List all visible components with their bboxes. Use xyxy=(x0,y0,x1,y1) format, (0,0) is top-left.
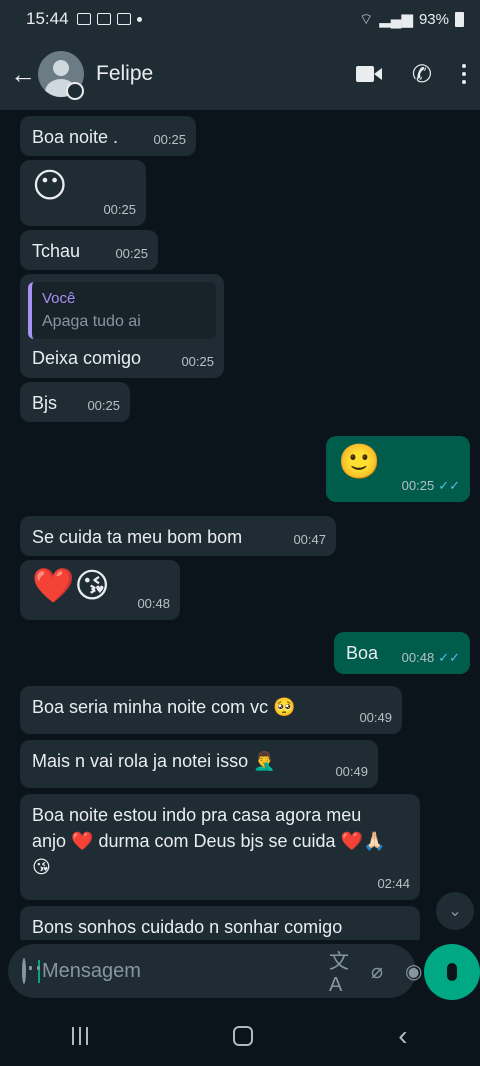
wifi-icon: ⌔ xyxy=(359,10,374,28)
read-ticks-icon: ✓✓ xyxy=(438,478,460,494)
message-incoming[interactable]: Se cuida ta meu bom bom 00:47 xyxy=(20,516,336,556)
message-time: 02:44 xyxy=(377,876,410,892)
message-text: Se cuida ta meu bom bom xyxy=(32,527,243,547)
message-text: Mais n vai rola ja notei isso 🤦‍♂️ xyxy=(32,751,276,771)
avatar-head xyxy=(53,60,69,76)
camera-icon[interactable]: ◉ xyxy=(405,959,422,984)
message-incoming[interactable]: Boa noite estou indo pra casa agora meu … xyxy=(20,794,420,900)
double-chevron-down-icon: ⌄ xyxy=(448,903,462,920)
status-time: 15:44 xyxy=(26,9,69,28)
message-time: 00:25 xyxy=(181,354,214,370)
contact-name[interactable]: Felipe xyxy=(96,62,153,86)
message-status: 00:48 ✓✓ xyxy=(402,649,460,668)
quoted-message[interactable]: Você Apaga tudo ai xyxy=(28,282,216,339)
battery-icon xyxy=(455,11,464,27)
more-notifications-icon xyxy=(136,16,142,22)
gmail-notification-icon xyxy=(96,13,111,25)
message-text: Boa seria minha noite com vc 🥺 xyxy=(32,697,296,717)
scroll-to-bottom-button[interactable]: ⌄ xyxy=(436,892,474,930)
home-icon[interactable] xyxy=(233,1026,254,1046)
image-notification-icon xyxy=(76,13,91,25)
message-time: 00:25 xyxy=(401,478,435,494)
message-incoming[interactable]: ❤️😘 00:48 xyxy=(20,560,180,620)
microphone-icon xyxy=(447,963,457,981)
message-composer: 文A ⌀ ◉ xyxy=(8,944,423,998)
message-text: Boa noite . xyxy=(32,127,119,147)
message-emoji: 😶 xyxy=(32,167,68,205)
message-time: 00:25 xyxy=(115,246,148,262)
message-time: 00:49 xyxy=(359,710,392,726)
emoji-icon[interactable] xyxy=(22,958,32,984)
message-emoji: ❤️😘 xyxy=(32,567,110,605)
message-text: Boa xyxy=(346,643,379,663)
message-time: 00:25 xyxy=(87,398,120,414)
more-options-icon[interactable] xyxy=(462,64,466,84)
voice-call-icon[interactable]: ✆ xyxy=(412,60,432,89)
message-outgoing[interactable]: Boa 00:48 ✓✓ xyxy=(334,632,470,674)
back-arrow-icon[interactable]: ← xyxy=(0,59,38,90)
message-incoming[interactable]: Tchau 00:25 xyxy=(20,230,158,270)
voice-message-button[interactable] xyxy=(424,944,480,1000)
status-bar: 15:44 ⌔ ▂▄▆ 93% xyxy=(0,0,480,38)
message-status: 00:25 ✓✓ xyxy=(402,477,460,496)
system-icons: ⌔ ▂▄▆ 93% xyxy=(359,10,464,29)
message-time: 00:25 xyxy=(103,202,136,218)
message-text: Bons sonhos cuidado n sonhar comigo xyxy=(32,917,343,937)
quote-author: Você xyxy=(42,290,76,307)
message-input[interactable] xyxy=(38,959,307,983)
recent-apps-icon[interactable] xyxy=(72,1027,89,1045)
message-text: Deixa comigo xyxy=(32,347,142,368)
message-incoming[interactable]: Boa noite . 00:25 xyxy=(20,116,196,156)
message-incoming[interactable]: Mais n vai rola ja notei isso 🤦‍♂️ 00:49 xyxy=(20,740,378,788)
message-outgoing[interactable]: 🙂 00:25 ✓✓ xyxy=(326,436,470,502)
message-incoming[interactable]: Bjs 00:25 xyxy=(20,382,130,422)
signal-icon: ▂▄▆ xyxy=(379,11,413,28)
message-text: Tchau xyxy=(32,241,81,261)
message-text: Bjs xyxy=(32,393,58,413)
message-list[interactable]: Boa noite . 00:25 😶 00:25 Tchau 00:25 Vo… xyxy=(0,110,480,940)
quote-text: Apaga tudo ai xyxy=(42,312,141,330)
message-emoji: 🙂 xyxy=(338,443,381,481)
message-incoming[interactable]: 😶 00:25 xyxy=(20,160,146,226)
notification-icons xyxy=(76,13,142,25)
header-actions: ✆ xyxy=(355,60,480,89)
message-reply[interactable]: Você Apaga tudo ai Deixa comigo 00:25 xyxy=(20,274,224,378)
battery-percent: 93% xyxy=(418,10,449,28)
message-time: 00:25 xyxy=(153,132,186,148)
message-incoming[interactable]: Boa seria minha noite com vc 🥺 00:49 xyxy=(20,686,402,734)
message-time: 00:48 xyxy=(401,650,435,666)
message-time: 00:48 xyxy=(137,596,170,612)
attach-icon[interactable]: ⌀ xyxy=(371,959,383,984)
system-navigation-bar: ‹ xyxy=(0,1006,480,1066)
read-ticks-icon: ✓✓ xyxy=(438,650,460,666)
message-time: 00:49 xyxy=(335,764,368,780)
app-notification-icon xyxy=(116,13,131,25)
message-time: 00:47 xyxy=(293,532,326,548)
message-incoming[interactable]: Bons sonhos cuidado n sonhar comigo xyxy=(20,906,420,940)
nav-back-icon[interactable]: ‹ xyxy=(398,1020,407,1052)
message-text: Boa noite estou indo pra casa agora meu … xyxy=(32,805,386,878)
video-call-icon[interactable] xyxy=(355,66,382,82)
translate-icon[interactable]: 文A xyxy=(329,945,349,997)
disappearing-timer-icon xyxy=(66,82,84,100)
chat-header: ← Felipe ✆ xyxy=(0,38,480,110)
